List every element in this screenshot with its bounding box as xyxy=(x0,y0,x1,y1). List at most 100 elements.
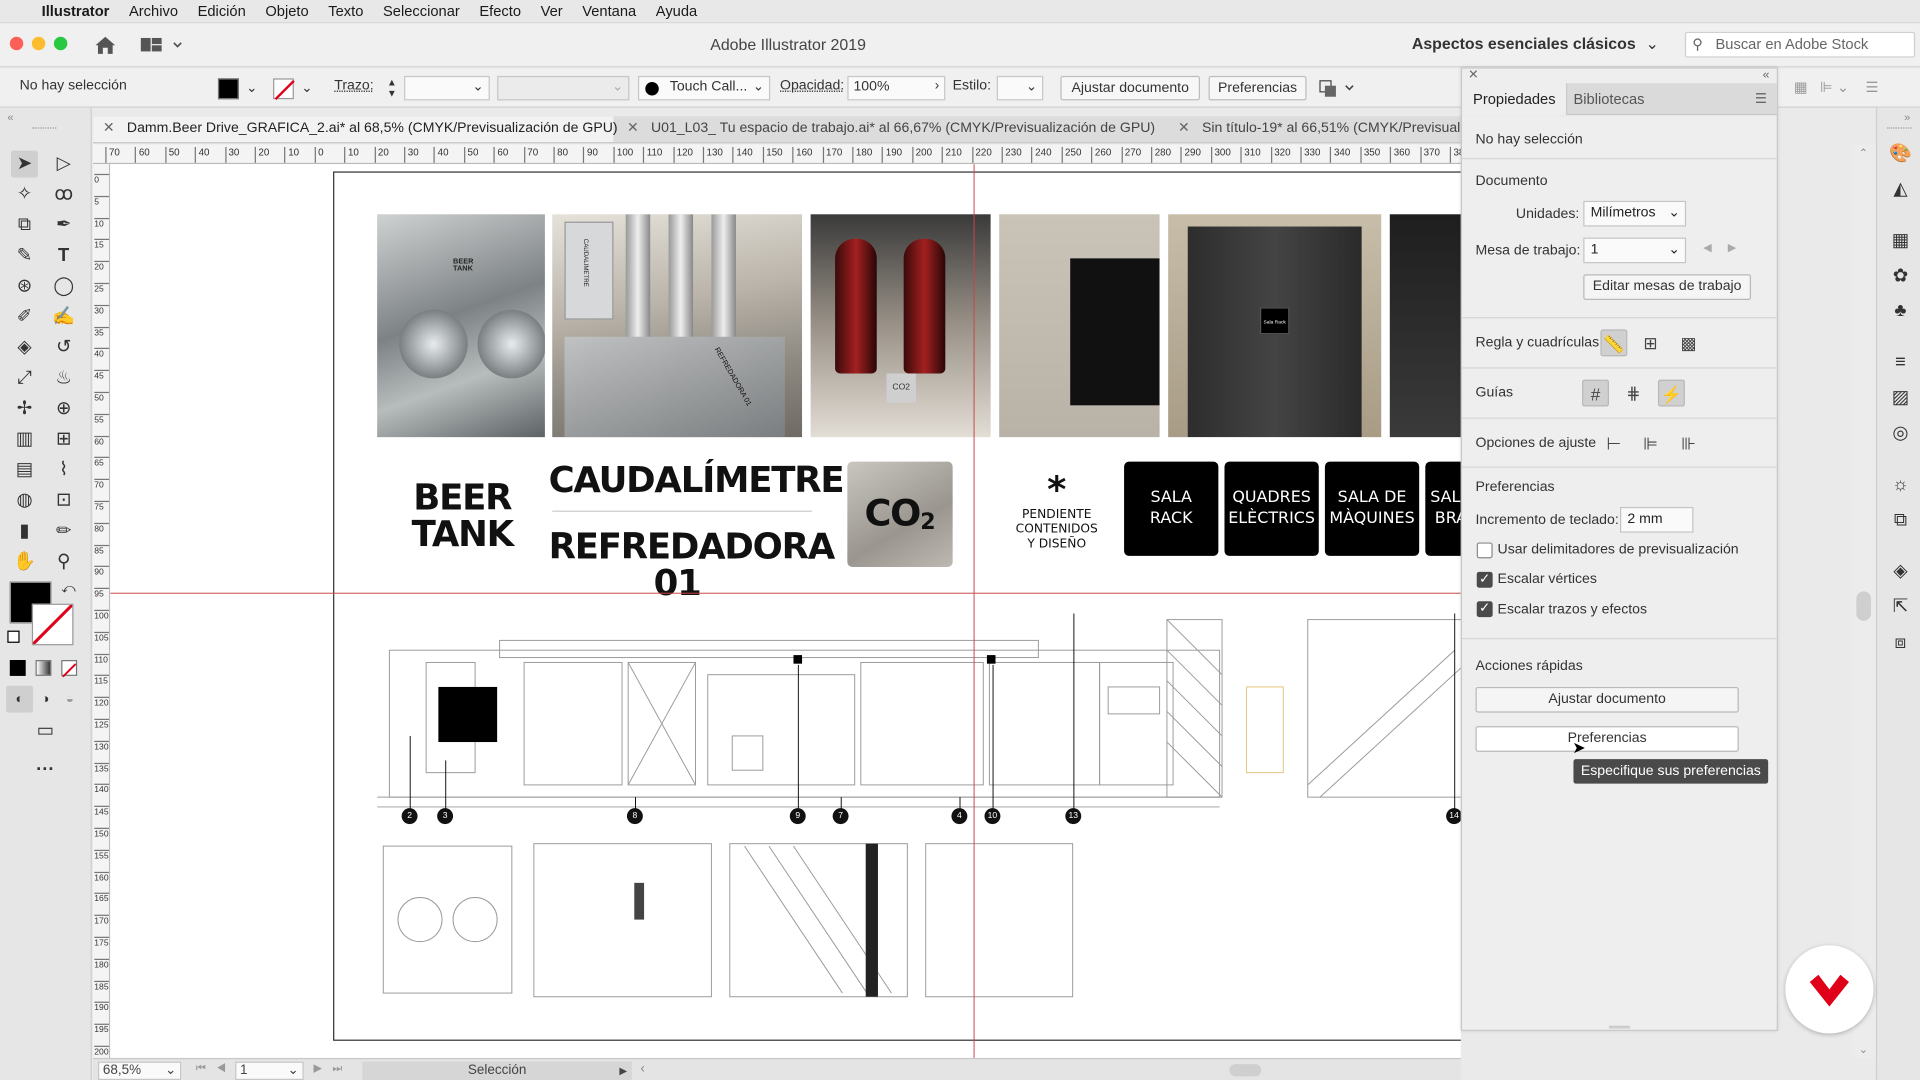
panel-resize-grip[interactable]: ═══ xyxy=(1462,1021,1777,1032)
horizontal-ruler[interactable]: 70 60 50 40 30 20 10 0 10 20 30 40 50 60 70 80 90 100 110 1… xyxy=(93,144,1461,165)
tab-sin-titulo[interactable]: ✕ Sin título-19* al 66,51% (CMYK/Previsua… xyxy=(1168,116,1461,142)
panel-menu-icon[interactable]: ☰ xyxy=(1755,91,1767,107)
home-icon[interactable] xyxy=(93,33,117,57)
swap-fill-stroke-icon[interactable]: ⤺ xyxy=(61,582,75,598)
scroll-down-icon[interactable]: ⌄ xyxy=(1859,1043,1868,1056)
artboard-tool-icon[interactable]: ⧉ xyxy=(11,212,38,239)
preferences-button[interactable]: Preferencias xyxy=(1208,75,1307,101)
close-window-button[interactable] xyxy=(9,36,24,51)
vertical-guide[interactable] xyxy=(973,164,975,1058)
horizontal-scroll-thumb[interactable] xyxy=(1229,1064,1262,1077)
warp-tool-icon[interactable]: ♨ xyxy=(50,365,77,392)
gradient-panel-icon[interactable]: ▨ xyxy=(1887,384,1914,411)
menu-archivo[interactable]: Archivo xyxy=(129,2,178,19)
scroll-up-icon[interactable]: ⌃ xyxy=(1859,147,1868,160)
menu-ver[interactable]: Ver xyxy=(541,2,563,19)
color-guide-icon[interactable]: ◭ xyxy=(1887,176,1914,203)
preview-bounds-checkbox[interactable] xyxy=(1476,542,1493,559)
transparency-grid-icon[interactable]: ▩ xyxy=(1675,329,1702,356)
column-graph-tool-icon[interactable]: ▮ xyxy=(11,518,38,545)
previous-artboard-icon[interactable]: ◀ xyxy=(1703,241,1711,254)
fit-document-panel-button[interactable]: Ajustar documento xyxy=(1475,686,1739,713)
align-controls[interactable]: ▦ ⊫ ⌄ ☰ xyxy=(1794,78,1904,98)
stroke-label[interactable]: Trazo: xyxy=(334,78,373,93)
rotate-tool-icon[interactable]: ↺ xyxy=(50,334,77,361)
hand-tool-icon[interactable]: ✋ xyxy=(11,549,38,576)
artboard-nav-next[interactable]: ▶ ⏭ xyxy=(313,1062,345,1075)
arrange-documents-icon[interactable] xyxy=(140,34,184,56)
zoom-window-button[interactable] xyxy=(53,36,68,51)
lock-guides-icon[interactable]: ⋕ xyxy=(1620,380,1647,407)
fit-document-button[interactable]: Ajustar documento xyxy=(1060,75,1201,101)
symbol-sprayer-tool-icon[interactable]: ⊡ xyxy=(50,487,77,514)
expand-dock-icon[interactable]: » xyxy=(1904,111,1910,123)
graphic-styles-icon[interactable]: ⧉ xyxy=(1887,507,1914,534)
stroke-swatch[interactable] xyxy=(273,78,295,101)
pen-tool-icon[interactable]: ✒ xyxy=(50,212,77,239)
color-mode-icon[interactable] xyxy=(9,660,26,676)
perspective-grid-tool-icon[interactable]: ▥ xyxy=(11,426,38,453)
appearance-icon[interactable]: ☼ xyxy=(1887,471,1914,498)
type-tool-icon[interactable]: T xyxy=(50,242,77,269)
opacity-label[interactable]: Opacidad: xyxy=(780,78,844,93)
stock-search-input[interactable]: ⚲ Buscar en Adobe Stock xyxy=(1684,31,1916,58)
snap-to-point-icon[interactable]: ⊢ xyxy=(1600,430,1627,457)
panel-grip[interactable] xyxy=(31,127,57,131)
puppet-warp-tool-icon[interactable]: ✢ xyxy=(11,396,38,423)
default-colors-icon[interactable] xyxy=(7,630,20,643)
menu-edicion[interactable]: Edición xyxy=(198,2,246,19)
rulers-icon[interactable]: 📏 xyxy=(1600,329,1628,357)
menu-app-name[interactable]: Illustrator xyxy=(42,2,110,19)
units-select[interactable]: Milímetros ⌄ xyxy=(1583,200,1687,227)
dock-grip[interactable] xyxy=(1886,127,1912,131)
direct-selection-tool-icon[interactable]: ▷ xyxy=(50,151,77,178)
gradient-mode-icon[interactable] xyxy=(35,660,52,676)
ellipse-tool-icon[interactable]: ◯ xyxy=(50,273,77,300)
close-tab-icon[interactable]: ✕ xyxy=(627,121,639,136)
artboard-number-field[interactable]: 1 ⌄ xyxy=(235,1061,304,1080)
scale-strokes-checkbox[interactable]: ✓ xyxy=(1476,601,1493,618)
menu-ayuda[interactable]: Ayuda xyxy=(656,2,697,19)
blend-tool-icon[interactable]: ◍ xyxy=(11,487,38,514)
zoom-field[interactable]: 68,5% ⌄ xyxy=(97,1061,182,1080)
snap-to-grid-icon[interactable]: ⊫ xyxy=(1637,430,1664,457)
gradient-tool-icon[interactable]: ▤ xyxy=(11,457,38,484)
brush-definition-field[interactable]: Touch Call... ⌄ xyxy=(637,75,771,101)
stroke-chevron-icon[interactable]: ⌄ xyxy=(301,80,312,96)
close-tab-icon[interactable]: ✕ xyxy=(103,121,115,136)
next-artboard-icon[interactable]: ▶ xyxy=(1728,241,1736,254)
graphic-style-field[interactable]: ⌄ xyxy=(996,75,1044,101)
shape-builder-tool-icon[interactable]: ⊕ xyxy=(50,396,77,423)
magic-wand-tool-icon[interactable]: ✧ xyxy=(11,181,38,208)
minimize-window-button[interactable] xyxy=(31,36,46,51)
draw-behind-icon[interactable]: ◑ xyxy=(32,686,59,713)
fill-chevron-icon[interactable]: ⌄ xyxy=(246,80,257,96)
polar-grid-tool-icon[interactable]: ⊛ xyxy=(11,273,38,300)
tab-u01-l03[interactable]: ✕ U01_L03_ Tu espacio de trabajo.ai* al 6… xyxy=(617,116,1162,142)
symbols-icon[interactable]: ♣ xyxy=(1887,298,1914,325)
menu-texto[interactable]: Texto xyxy=(328,2,363,19)
curvature-tool-icon[interactable]: ✎ xyxy=(11,242,38,269)
menu-seleccionar[interactable]: Seleccionar xyxy=(383,2,460,19)
menu-efecto[interactable]: Efecto xyxy=(479,2,521,19)
asset-export-icon[interactable]: ⇱ xyxy=(1887,594,1914,621)
vertical-scroll-thumb[interactable] xyxy=(1856,591,1872,621)
draw-normal-icon[interactable]: ◐ xyxy=(6,685,34,713)
stroke-stepper[interactable]: ▲ ▼ xyxy=(383,77,400,101)
screen-mode-icon[interactable]: ▭ xyxy=(32,718,59,745)
lasso-tool-icon[interactable]: ꝏ xyxy=(50,181,77,208)
draw-inside-icon[interactable]: ◒ xyxy=(56,686,83,713)
tab-propiedades[interactable]: Propiedades xyxy=(1462,83,1568,116)
workspace-switcher[interactable]: Aspectos esenciales clásicos ⌄ xyxy=(1412,34,1659,54)
artboards-icon[interactable]: ⧈ xyxy=(1887,629,1914,656)
artboard-select[interactable]: 1 ⌄ xyxy=(1583,237,1687,264)
scale-corners-checkbox[interactable]: ✓ xyxy=(1476,571,1493,588)
zoom-tool-icon[interactable]: ⚲ xyxy=(50,549,77,576)
edit-artboards-button[interactable]: Editar mesas de trabajo xyxy=(1583,274,1752,301)
tab-bibliotecas[interactable]: Bibliotecas xyxy=(1562,83,1655,115)
collapse-icon[interactable]: « xyxy=(7,111,13,123)
menu-objeto[interactable]: Objeto xyxy=(265,2,308,19)
tab-damm-beer[interactable]: ✕ Damm.Beer Drive_GRAFICA_2.ai* al 68,5% … xyxy=(93,116,618,143)
none-mode-icon[interactable] xyxy=(61,660,78,678)
status-tool-display[interactable]: Selección ▶ xyxy=(362,1061,632,1080)
